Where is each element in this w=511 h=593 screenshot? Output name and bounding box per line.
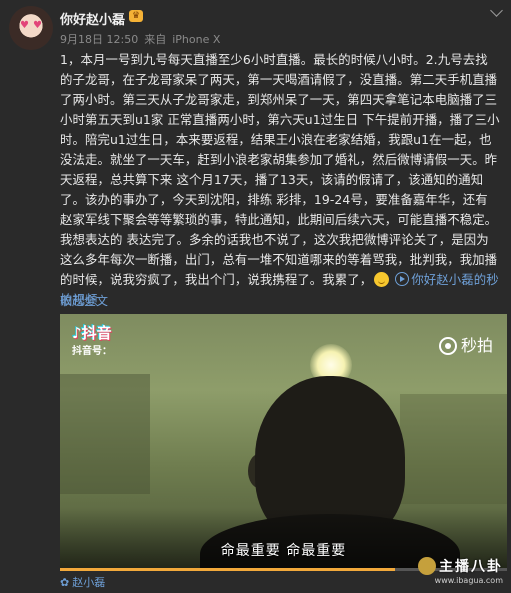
play-circle-icon: [395, 272, 410, 286]
miaopai-label: 秒拍: [460, 336, 493, 355]
post-date: 9月18日 12:50: [60, 33, 139, 46]
post-header: ♥ ♥ 你好赵小磊 ♛ 9月18日 12:50 来自 iPhone X: [0, 0, 511, 50]
heart-eye-icon: ♥: [33, 20, 42, 31]
post-text: 1，本月一号到九号每天直播至少6小时直播。最长的时候八小时。2.九号去找的子龙哥…: [60, 52, 500, 287]
background-building: [60, 374, 150, 494]
flower-icon: ✿: [60, 576, 70, 589]
post-source[interactable]: iPhone X: [172, 33, 220, 46]
collapse-text-link[interactable]: 收起全文: [60, 292, 108, 309]
username[interactable]: 你好赵小磊: [60, 9, 125, 28]
smile-emoji-icon: [374, 272, 390, 287]
tiktok-id: 抖音号：: [72, 346, 112, 357]
watermark-brand: 主播八卦: [418, 556, 503, 576]
miaopai-ring-icon: [438, 337, 457, 355]
post-footer: ✿ 赵小磊: [60, 574, 105, 590]
site-watermark: 主播八卦 www.ibagua.com: [418, 556, 503, 585]
background-building: [400, 394, 507, 504]
watermark-url: www.ibagua.com: [434, 576, 503, 585]
vip-crown-icon: ♛: [129, 10, 143, 22]
chevron-down-icon[interactable]: [490, 4, 503, 17]
post-body: 1，本月一号到九号每天直播至少6小时直播。最长的时候八小时。2.九号去找的子龙哥…: [60, 50, 500, 310]
tiktok-logo: ♪抖音: [72, 324, 112, 342]
miaopai-logo: 秒拍: [438, 332, 493, 356]
dragon-logo-icon: [418, 557, 436, 575]
footer-author[interactable]: 赵小磊: [72, 576, 105, 589]
source-prefix: 来自: [144, 33, 167, 46]
video-progress-fill: [60, 568, 396, 571]
post-meta: 9月18日 12:50 来自 iPhone X: [60, 31, 226, 47]
heart-eye-icon: ♥: [20, 20, 29, 31]
avatar[interactable]: ♥ ♥: [9, 6, 53, 50]
video-player[interactable]: ♪抖音 抖音号： 秒拍 命最重要 命最重要: [60, 314, 507, 568]
